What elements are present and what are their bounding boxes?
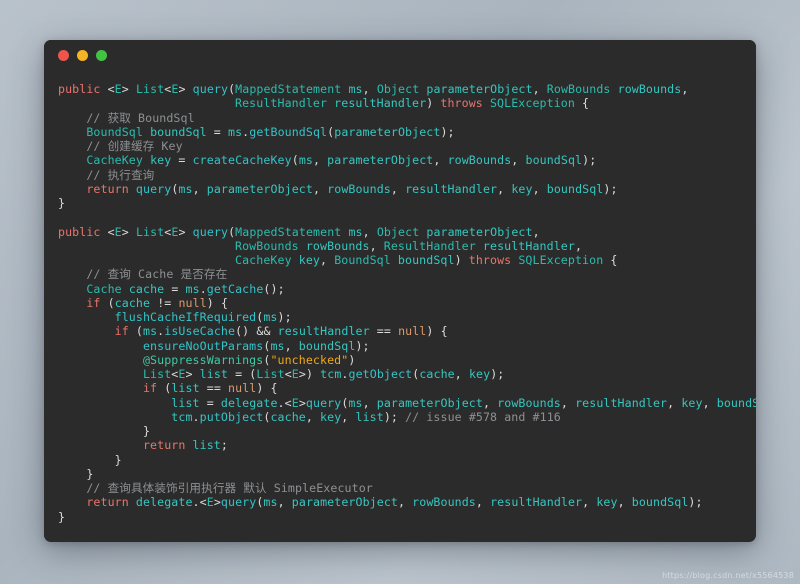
code-line: RowBounds rowBounds, ResultHandler resul… — [58, 239, 756, 253]
code-line: return delegate.<E>query(ms, parameterOb… — [58, 495, 756, 509]
code-line: if (ms.isUseCache() && resultHandler == … — [58, 324, 756, 338]
screenshot-root: public <E> List<E> query(MappedStatement… — [0, 0, 800, 584]
code-line: // 查询具体装饰引用执行器 默认 SimpleExecutor — [58, 481, 756, 495]
code-line: return list; — [58, 438, 756, 452]
code-line — [58, 210, 756, 224]
code-line: flushCacheIfRequired(ms); — [58, 310, 756, 324]
code-line: if (list == null) { — [58, 381, 756, 395]
code-editor[interactable]: public <E> List<E> query(MappedStatement… — [44, 70, 756, 542]
code-line: public <E> List<E> query(MappedStatement… — [58, 82, 756, 96]
code-content: public <E> List<E> query(MappedStatement… — [58, 82, 756, 524]
close-button[interactable] — [58, 50, 69, 61]
code-line: } — [58, 196, 756, 210]
code-line: BoundSql boundSql = ms.getBoundSql(param… — [58, 125, 756, 139]
code-line: } — [58, 453, 756, 467]
code-line: ensureNoOutParams(ms, boundSql); — [58, 339, 756, 353]
code-line: } — [58, 424, 756, 438]
code-line: ResultHandler resultHandler) throws SQLE… — [58, 96, 756, 110]
window-titlebar[interactable] — [44, 40, 756, 70]
code-line: // 获取 BoundSql — [58, 111, 756, 125]
code-line: // 创建缓存 Key — [58, 139, 756, 153]
code-line: tcm.putObject(cache, key, list); // issu… — [58, 410, 756, 424]
code-line: // 查询 Cache 是否存在 — [58, 267, 756, 281]
code-line: @SuppressWarnings("unchecked") — [58, 353, 756, 367]
code-line: CacheKey key = createCacheKey(ms, parame… — [58, 153, 756, 167]
code-line: list = delegate.<E>query(ms, parameterOb… — [58, 396, 756, 410]
code-line: List<E> list = (List<E>) tcm.getObject(c… — [58, 367, 756, 381]
code-line: if (cache != null) { — [58, 296, 756, 310]
code-line: return query(ms, parameterObject, rowBou… — [58, 182, 756, 196]
minimize-button[interactable] — [77, 50, 88, 61]
code-line: // 执行查询 — [58, 168, 756, 182]
code-line: CacheKey key, BoundSql boundSql) throws … — [58, 253, 756, 267]
code-line: Cache cache = ms.getCache(); — [58, 282, 756, 296]
maximize-button[interactable] — [96, 50, 107, 61]
code-line: } — [58, 467, 756, 481]
code-line: public <E> List<E> query(MappedStatement… — [58, 225, 756, 239]
watermark-text: https://blog.csdn.net/x5564538 — [662, 571, 794, 580]
code-window: public <E> List<E> query(MappedStatement… — [44, 40, 756, 542]
code-line: } — [58, 510, 756, 524]
